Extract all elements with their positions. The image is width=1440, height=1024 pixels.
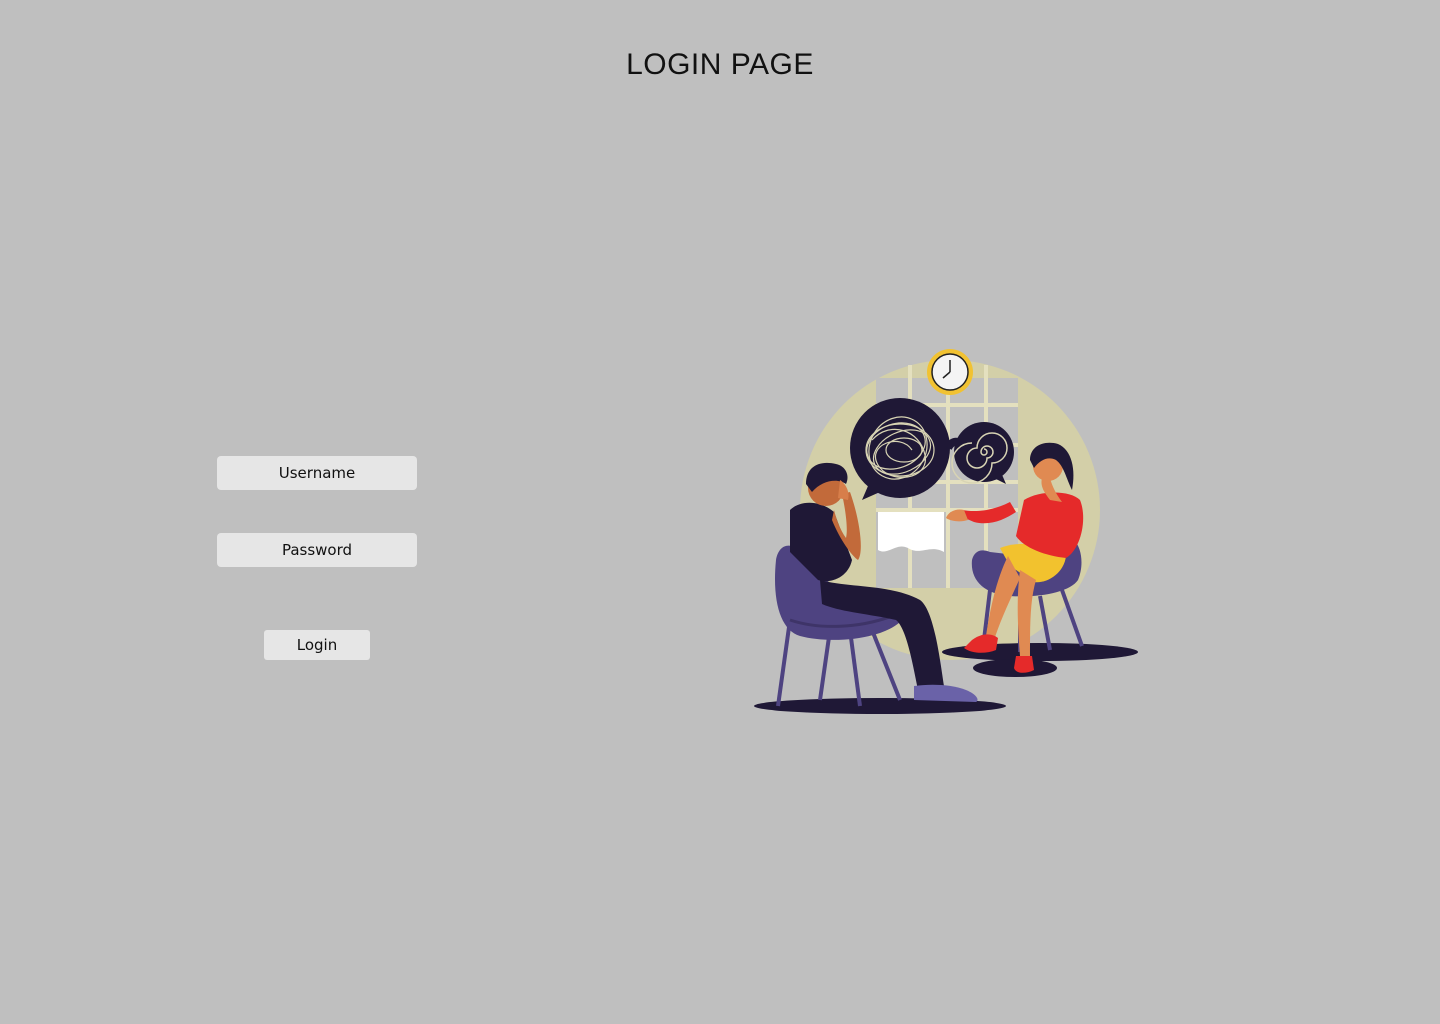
therapy-session-illustration [754, 349, 1138, 714]
login-button[interactable]: Login [264, 630, 370, 660]
login-page: LOGIN PAGE Login [0, 0, 1440, 1024]
username-input[interactable] [217, 456, 417, 490]
password-input[interactable] [217, 533, 417, 567]
page-title: LOGIN PAGE [626, 48, 814, 81]
clock-icon [927, 349, 973, 395]
